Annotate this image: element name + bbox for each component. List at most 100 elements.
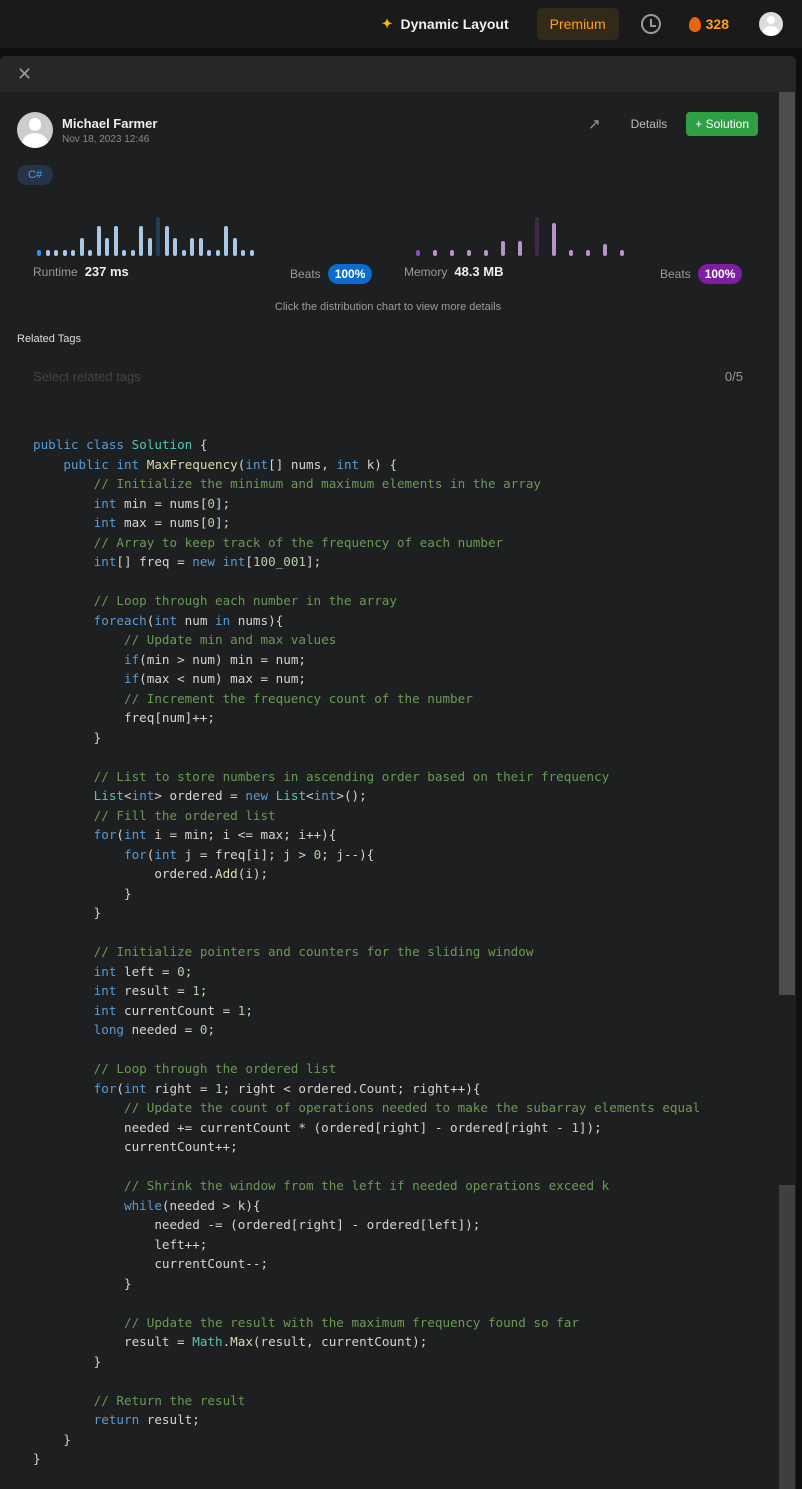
memory-distribution-bar[interactable] [467, 250, 471, 256]
runtime-distribution-bar[interactable] [147, 238, 152, 256]
code-line: ordered.Add(i); [33, 866, 269, 881]
memory-distribution-bar[interactable] [501, 241, 505, 256]
code-block: public class Solution { public int MaxFr… [33, 435, 700, 1469]
runtime-distribution-bar[interactable] [54, 250, 58, 256]
code-line: currentCount++; [33, 1139, 238, 1154]
streak-counter[interactable]: 328 [688, 16, 729, 32]
memory-beats: Beats 100% [660, 264, 743, 284]
runtime-distribution-bar[interactable] [207, 250, 211, 256]
memory-distribution-bar[interactable] [535, 217, 539, 256]
runtime-distribution-bar[interactable] [37, 250, 41, 256]
memory-value: 48.3 MB [454, 264, 504, 279]
code-line: freq[num]++; [33, 710, 215, 725]
close-icon[interactable]: ✕ [17, 64, 32, 85]
code-line: // Increment the frequency count of the … [124, 690, 473, 706]
memory-distribution-bar[interactable] [620, 250, 624, 256]
fire-icon [688, 16, 701, 32]
code-line: int max = nums[0]; [93, 515, 231, 530]
top-nav: ✦ Dynamic Layout Premium 328 [0, 0, 802, 48]
code-line: long needed = 0; [93, 1022, 216, 1037]
runtime-distribution-bar[interactable] [249, 250, 254, 256]
memory-beats-badge: 100% [697, 264, 743, 284]
runtime-distribution-bar[interactable] [173, 238, 177, 256]
memory-distribution-bar[interactable] [484, 250, 488, 256]
code-line: } [33, 1275, 132, 1291]
runtime-distribution-bar[interactable] [224, 226, 228, 256]
code-line: int[] freq = new int[100_001]; [93, 554, 322, 569]
sparkle-icon: ✦ [381, 16, 393, 31]
runtime-distribution-bar[interactable] [156, 217, 160, 256]
code-line: } [33, 1451, 41, 1466]
runtime-distribution-bar[interactable] [113, 226, 118, 256]
runtime-value: 237 ms [84, 264, 129, 279]
runtime-distribution-bar[interactable] [181, 250, 186, 256]
code-line: if(max < num) max = num; [124, 671, 306, 686]
runtime-distribution-bar[interactable] [71, 250, 75, 256]
code-line: } [33, 729, 102, 745]
user-avatar[interactable] [759, 12, 783, 36]
code-line: if(min > num) min = num; [124, 651, 306, 667]
runtime-distribution-bar[interactable] [122, 250, 126, 256]
code-line: public class Solution { [33, 437, 208, 452]
runtime-distribution-bar[interactable] [215, 250, 220, 256]
distribution-charts[interactable] [33, 206, 743, 256]
details-button[interactable]: Details [631, 117, 668, 131]
runtime-distribution-bar[interactable] [164, 226, 169, 256]
code-line: // Update the count of operations needed… [124, 1100, 701, 1115]
streak-count: 328 [705, 16, 729, 32]
runtime-distribution-bar[interactable] [45, 250, 50, 256]
dynamic-layout-button[interactable]: ✦ Dynamic Layout [382, 16, 509, 32]
runtime-distribution-bar[interactable] [130, 250, 135, 256]
code-line: } [33, 885, 132, 901]
author-info: Michael Farmer Nov 18, 2023 12:46 [17, 112, 157, 148]
tags-count: 0/5 [724, 369, 743, 384]
runtime-distribution-bar[interactable] [190, 238, 194, 256]
code-line: needed += currentCount * (ordered[right]… [33, 1119, 602, 1135]
memory-distribution-bar[interactable] [603, 244, 607, 256]
runtime-distribution-bar[interactable] [62, 250, 67, 256]
runtime-beats-badge: 100% [327, 264, 373, 284]
related-tags-select[interactable]: Select related tags 0/5 [33, 369, 743, 384]
code-line: // Fill the ordered list [93, 807, 276, 823]
code-line: foreach(int num in nums){ [93, 612, 284, 628]
memory-distribution-bar[interactable] [586, 250, 590, 256]
code-line: public int MaxFrequency(int[] nums, int … [63, 456, 398, 472]
runtime-distribution-bar[interactable] [241, 250, 245, 256]
memory-distribution-bar[interactable] [450, 250, 454, 256]
author-name[interactable]: Michael Farmer [62, 116, 157, 131]
beats-label: Beats [290, 267, 321, 281]
dynamic-layout-label: Dynamic Layout [400, 16, 509, 32]
share-icon[interactable]: ↗ [588, 115, 601, 133]
runtime-distribution-bar[interactable] [139, 226, 143, 256]
runtime-stat: Runtime 237 ms [33, 264, 129, 279]
alarm-clock-icon[interactable] [640, 14, 661, 34]
memory-distribution-bar[interactable] [433, 250, 437, 256]
code-line: while(needed > k){ [124, 1197, 261, 1213]
premium-button[interactable]: Premium [536, 8, 619, 40]
memory-distribution-bar[interactable] [518, 241, 522, 256]
memory-distribution-bar[interactable] [569, 250, 573, 256]
author-avatar[interactable] [17, 112, 53, 148]
runtime-distribution-bar[interactable] [198, 238, 203, 256]
memory-distribution-bar[interactable] [416, 250, 420, 256]
runtime-distribution-bar[interactable] [96, 226, 101, 256]
memory-distribution-bar[interactable] [552, 223, 556, 256]
code-line: int left = 0; [93, 963, 193, 979]
runtime-distribution-bar[interactable] [232, 238, 237, 256]
code-line: // Loop through the ordered list [93, 1061, 337, 1076]
submission-date: Nov 18, 2023 12:46 [62, 133, 150, 145]
scrollbar[interactable] [778, 92, 796, 1489]
language-tag[interactable]: C# [17, 165, 54, 185]
runtime-distribution-bar[interactable] [88, 250, 92, 256]
add-solution-button[interactable]: + Solution [686, 112, 758, 136]
code-line: return result; [93, 1412, 200, 1427]
related-tags-label: Related Tags [17, 333, 82, 345]
runtime-distribution-bar[interactable] [79, 238, 84, 256]
chart-hint: Click the distribution chart to view mor… [274, 301, 502, 313]
runtime-distribution-bar[interactable] [105, 238, 109, 256]
